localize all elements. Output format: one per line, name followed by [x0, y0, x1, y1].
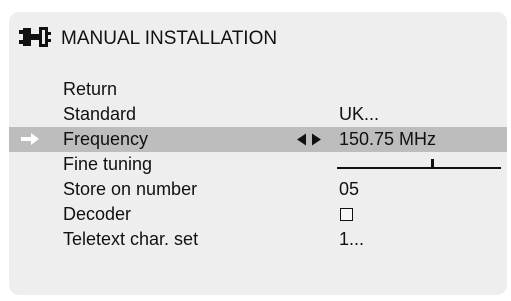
menu-header: MANUAL INSTALLATION	[9, 12, 507, 62]
menu-list: Return Standard UK... Frequency 150.75 M…	[9, 77, 507, 252]
frequency-value[interactable]: 150.75 MHz	[339, 129, 436, 150]
menu-item-label: Standard	[63, 104, 137, 124]
menu-item-decoder[interactable]: Decoder	[9, 202, 507, 227]
menu-item-return[interactable]: Return	[9, 77, 507, 102]
store-number-value: 05	[339, 179, 360, 199]
menu-item-label: Frequency	[63, 129, 149, 149]
menu-item-teletext-char-set[interactable]: Teletext char. set 1...	[9, 227, 507, 252]
menu-item-label: Return	[63, 79, 118, 99]
slider-thumb[interactable]	[431, 159, 434, 168]
menu-item-label: Teletext char. set	[63, 229, 199, 249]
menu-item-label: Fine tuning	[63, 154, 153, 174]
menu-item-store-on-number[interactable]: Store on number 05	[9, 177, 507, 202]
teletext-char-set-value: 1...	[339, 229, 365, 249]
decoder-checkbox[interactable]	[340, 208, 353, 221]
standard-value: UK...	[339, 104, 380, 124]
menu-item-fine-tuning[interactable]: Fine tuning	[9, 152, 507, 177]
right-arrow-pointer-icon	[19, 132, 41, 146]
left-right-arrows-icon[interactable]	[296, 133, 322, 146]
menu-item-frequency[interactable]: Frequency 150.75 MHz	[9, 127, 507, 152]
slider-track	[337, 167, 501, 169]
menu-item-standard[interactable]: Standard UK...	[9, 102, 507, 127]
menu-item-label: Store on number	[63, 179, 198, 199]
connector-plug-icon	[17, 24, 53, 50]
fine-tuning-slider[interactable]	[337, 156, 501, 174]
page-title: MANUAL INSTALLATION	[61, 28, 278, 49]
menu-item-label: Decoder	[63, 204, 132, 224]
manual-installation-panel: MANUAL INSTALLATION Return Standard UK..…	[9, 12, 507, 295]
